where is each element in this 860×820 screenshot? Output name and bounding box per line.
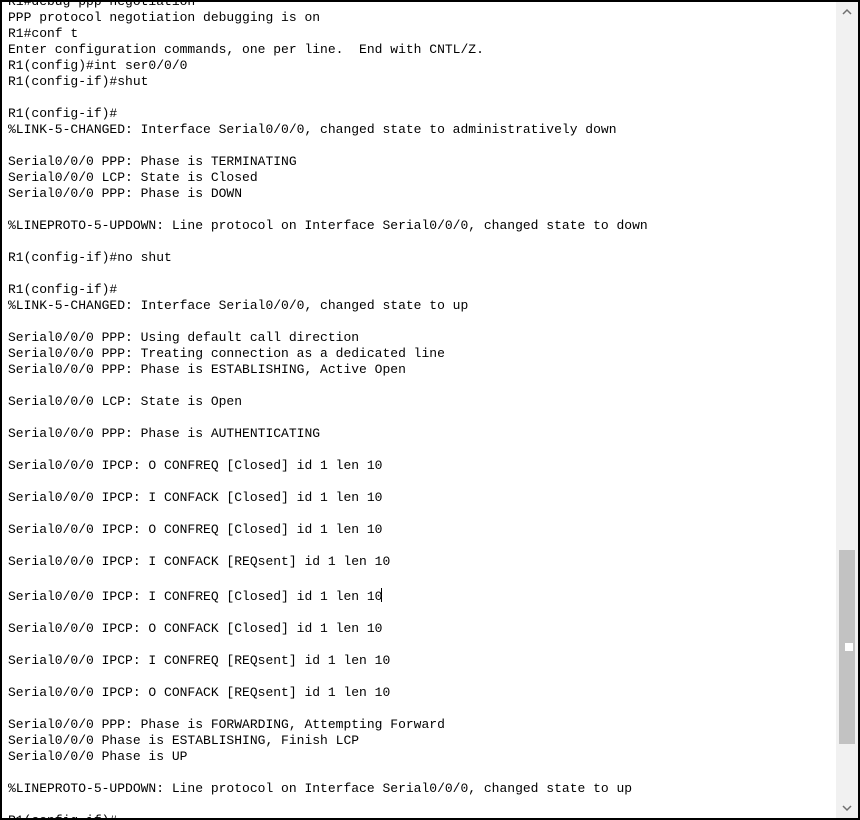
scroll-up-button[interactable] bbox=[836, 2, 858, 22]
vertical-scrollbar[interactable] bbox=[836, 2, 858, 818]
terminal-output[interactable]: R1#debug ppp negotiationPPP protocol neg… bbox=[8, 2, 834, 818]
terminal-line: Serial0/0/0 Phase is ESTABLISHING, Finis… bbox=[8, 733, 834, 749]
terminal-line: Enter configuration commands, one per li… bbox=[8, 42, 834, 58]
terminal-line bbox=[8, 765, 834, 781]
terminal-line: Serial0/0/0 IPCP: O CONFREQ [Closed] id … bbox=[8, 522, 834, 538]
terminal-line: Serial0/0/0 PPP: Phase is ESTABLISHING, … bbox=[8, 362, 834, 378]
scroll-track[interactable] bbox=[836, 22, 858, 798]
terminal-line: R1(config-if)# bbox=[8, 813, 834, 818]
terminal-line: Serial0/0/0 IPCP: I CONFACK [Closed] id … bbox=[8, 490, 834, 506]
terminal-line: %LINEPROTO-5-UPDOWN: Line protocol on In… bbox=[8, 781, 834, 797]
terminal-line: Serial0/0/0 IPCP: O CONFREQ [Closed] id … bbox=[8, 458, 834, 474]
terminal-line bbox=[8, 538, 834, 554]
terminal-line: R1#debug ppp negotiation bbox=[8, 2, 834, 10]
terminal-line: %LINK-5-CHANGED: Interface Serial0/0/0, … bbox=[8, 298, 834, 314]
terminal-line bbox=[8, 138, 834, 154]
terminal-line: PPP protocol negotiation debugging is on bbox=[8, 10, 834, 26]
terminal-viewport: R1#debug ppp negotiationPPP protocol neg… bbox=[2, 2, 834, 818]
terminal-line bbox=[8, 442, 834, 458]
terminal-line: Serial0/0/0 IPCP: O CONFACK [REQsent] id… bbox=[8, 685, 834, 701]
terminal-line: Serial0/0/0 IPCP: I CONFREQ [Closed] id … bbox=[8, 586, 834, 605]
terminal-line: R1(config-if)#shut bbox=[8, 74, 834, 90]
terminal-line: Serial0/0/0 IPCP: I CONFACK [REQsent] id… bbox=[8, 554, 834, 570]
terminal-line bbox=[8, 378, 834, 394]
terminal-line: R1#conf t bbox=[8, 26, 834, 42]
terminal-line: Serial0/0/0 LCP: State is Open bbox=[8, 394, 834, 410]
terminal-line bbox=[8, 506, 834, 522]
chevron-up-icon bbox=[842, 7, 852, 17]
terminal-line: Serial0/0/0 PPP: Phase is AUTHENTICATING bbox=[8, 426, 834, 442]
scroll-thumb[interactable] bbox=[839, 550, 855, 744]
terminal-line bbox=[8, 637, 834, 653]
terminal-line bbox=[8, 797, 834, 813]
terminal-line: Serial0/0/0 IPCP: O CONFACK [Closed] id … bbox=[8, 621, 834, 637]
terminal-line: Serial0/0/0 PPP: Treating connection as … bbox=[8, 346, 834, 362]
terminal-line bbox=[8, 314, 834, 330]
terminal-line bbox=[8, 605, 834, 621]
terminal-line bbox=[8, 90, 834, 106]
terminal-line: Serial0/0/0 PPP: Phase is DOWN bbox=[8, 186, 834, 202]
terminal-line bbox=[8, 202, 834, 218]
terminal-line: Serial0/0/0 PPP: Phase is FORWARDING, At… bbox=[8, 717, 834, 733]
terminal-window: R1#debug ppp negotiationPPP protocol neg… bbox=[0, 0, 860, 820]
terminal-line bbox=[8, 570, 834, 586]
terminal-line: Serial0/0/0 Phase is UP bbox=[8, 749, 834, 765]
terminal-line bbox=[8, 669, 834, 685]
terminal-line bbox=[8, 266, 834, 282]
scroll-down-button[interactable] bbox=[836, 798, 858, 818]
terminal-line bbox=[8, 410, 834, 426]
terminal-line: R1(config-if)#no shut bbox=[8, 250, 834, 266]
terminal-line bbox=[8, 474, 834, 490]
terminal-line: %LINEPROTO-5-UPDOWN: Line protocol on In… bbox=[8, 218, 834, 234]
terminal-line bbox=[8, 234, 834, 250]
terminal-line: R1(config-if)# bbox=[8, 282, 834, 298]
terminal-line: Serial0/0/0 PPP: Using default call dire… bbox=[8, 330, 834, 346]
terminal-line: Serial0/0/0 IPCP: I CONFREQ [REQsent] id… bbox=[8, 653, 834, 669]
terminal-line: Serial0/0/0 PPP: Phase is TERMINATING bbox=[8, 154, 834, 170]
terminal-line: Serial0/0/0 LCP: State is Closed bbox=[8, 170, 834, 186]
terminal-line: R1(config-if)# bbox=[8, 106, 834, 122]
terminal-line bbox=[8, 701, 834, 717]
text-cursor bbox=[381, 588, 382, 602]
terminal-line: %LINK-5-CHANGED: Interface Serial0/0/0, … bbox=[8, 122, 834, 138]
chevron-down-icon bbox=[842, 803, 852, 813]
terminal-line: R1(config)#int ser0/0/0 bbox=[8, 58, 834, 74]
